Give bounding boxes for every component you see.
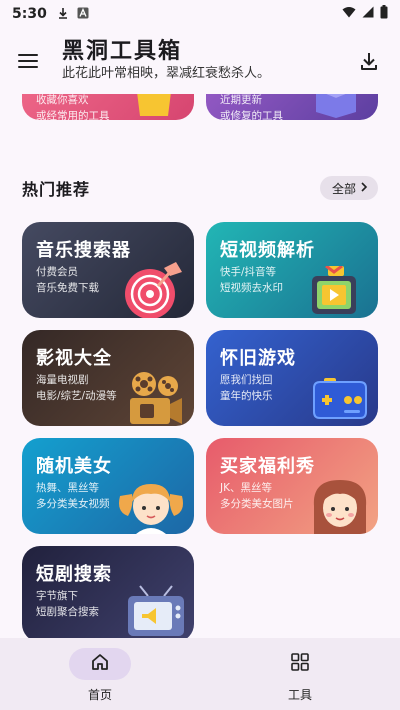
- app-titles: 黑洞工具箱 此花此叶常相映，翠减红衰愁杀人。: [62, 39, 270, 83]
- updates-card-desc: 近期更新 或修复的工具: [220, 94, 283, 120]
- card-desc-line: 短剧聚合搜索: [36, 606, 99, 618]
- battery-icon: [380, 5, 388, 23]
- card-desc-line: 热舞、黑丝等: [36, 482, 99, 494]
- card-desc-line: 愿我们找回: [220, 374, 273, 386]
- bottom-nav: 首页 工具: [0, 638, 400, 710]
- a-badge-icon: [77, 7, 89, 22]
- girl-avatar-icon: [118, 478, 184, 534]
- download-icon[interactable]: [358, 50, 380, 72]
- random-beauty-card[interactable]: 随机美女 热舞、黑丝等 多分类美女视频: [22, 438, 194, 534]
- card-title: 音乐搜索器: [36, 240, 131, 261]
- signal-icon: [362, 6, 374, 22]
- retro-games-card[interactable]: 怀旧游戏 愿我们找回 童年的快乐: [206, 330, 378, 426]
- card-desc-line: JK、黑丝等: [220, 482, 272, 494]
- card-desc-line: 海量电视剧: [36, 374, 89, 386]
- see-all-label: 全部: [331, 181, 356, 196]
- card-title: 买家福利秀: [220, 456, 315, 477]
- nav-home-label: 首页: [87, 688, 112, 702]
- card-desc-line: 近期更新: [220, 94, 262, 106]
- shopping-bag-icon: [128, 94, 180, 120]
- main-content[interactable]: 收藏你喜欢 或经常用的工具 近期更新 或修复的工具 热门推荐 全部 音乐搜索器 …: [0, 94, 400, 638]
- card-desc-line: 付费会员: [36, 266, 78, 278]
- card-desc-line: 收藏你喜欢: [36, 94, 89, 106]
- card-desc-line: 电影/综艺/动漫等: [36, 390, 117, 402]
- card-desc-line: 童年的快乐: [220, 390, 273, 402]
- wifi-icon: [342, 6, 356, 22]
- section-title: 热门推荐: [22, 180, 91, 199]
- card-desc: 字节旗下 短剧聚合搜索: [36, 588, 99, 620]
- card-desc-line: 字节旗下: [36, 590, 78, 602]
- see-all-button[interactable]: 全部: [319, 176, 378, 200]
- card-title: 怀旧游戏: [220, 348, 296, 369]
- card-title: 短剧搜索: [36, 564, 112, 585]
- home-icon: [90, 652, 110, 676]
- video-tv-icon: [306, 264, 366, 318]
- download-icon: [57, 7, 69, 22]
- gamepad-icon: [310, 378, 370, 424]
- card-title: 影视大全: [36, 348, 112, 369]
- card-desc-line: 音乐免费下载: [36, 282, 99, 294]
- card-title: 随机美女: [36, 456, 112, 477]
- film-projector-icon: [118, 370, 184, 426]
- app-bar: 黑洞工具箱 此花此叶常相映，翠减红衰愁杀人。: [0, 28, 400, 94]
- app-title: 黑洞工具箱: [62, 39, 183, 64]
- nav-tools-label: 工具: [287, 688, 312, 702]
- short-video-card[interactable]: 短视频解析 快手/抖音等 短视频去水印: [206, 222, 378, 318]
- card-desc-line: 多分类美女视频: [36, 498, 110, 510]
- card-desc-line: 或经常用的工具: [36, 110, 110, 120]
- hot-recommend-header: 热门推荐 全部: [22, 176, 378, 200]
- card-desc: JK、黑丝等 多分类美女图片: [220, 480, 294, 512]
- card-desc: 快手/抖音等 短视频去水印: [220, 264, 283, 296]
- chevron-right-icon: [360, 181, 368, 195]
- status-bar: 5:30: [0, 0, 400, 28]
- grid-icon: [290, 652, 310, 676]
- movies-card[interactable]: 影视大全 海量电视剧 电影/综艺/动漫等: [22, 330, 194, 426]
- nav-tools-pill: [269, 648, 331, 680]
- favorites-card-desc: 收藏你喜欢 或经常用的工具: [36, 94, 110, 120]
- card-desc-line: 多分类美女图片: [220, 498, 294, 510]
- buyer-show-card[interactable]: 买家福利秀 JK、黑丝等 多分类美女图片: [206, 438, 378, 534]
- updates-card[interactable]: 近期更新 或修复的工具: [206, 94, 378, 120]
- woman-avatar-icon: [310, 476, 370, 534]
- card-desc-line: 短视频去水印: [220, 282, 283, 294]
- nav-home-pill: [69, 648, 131, 680]
- card-desc-line: 快手/抖音等: [220, 266, 277, 278]
- menu-icon[interactable]: [18, 46, 48, 76]
- upgrade-box-icon: [308, 94, 364, 120]
- card-desc: 愿我们找回 童年的快乐: [220, 372, 273, 404]
- status-time: 5:30: [12, 6, 47, 22]
- nav-home[interactable]: 首页: [0, 638, 200, 710]
- card-desc: 海量电视剧 电影/综艺/动漫等: [36, 372, 117, 404]
- short-drama-card[interactable]: 短剧搜索 字节旗下 短剧聚合搜索: [22, 546, 194, 638]
- favorites-card[interactable]: 收藏你喜欢 或经常用的工具: [22, 94, 194, 120]
- card-desc-line: 或修复的工具: [220, 110, 283, 120]
- card-desc: 付费会员 音乐免费下载: [36, 264, 99, 296]
- retro-tv-icon: [126, 584, 186, 638]
- music-search-card[interactable]: 音乐搜索器 付费会员 音乐免费下载: [22, 222, 194, 318]
- nav-tools[interactable]: 工具: [200, 638, 400, 710]
- card-desc: 热舞、黑丝等 多分类美女视频: [36, 480, 110, 512]
- card-title: 短视频解析: [220, 240, 315, 261]
- music-record-icon: [124, 262, 186, 318]
- app-subtitle: 此花此叶常相映，翠减红衰愁杀人。: [62, 66, 271, 81]
